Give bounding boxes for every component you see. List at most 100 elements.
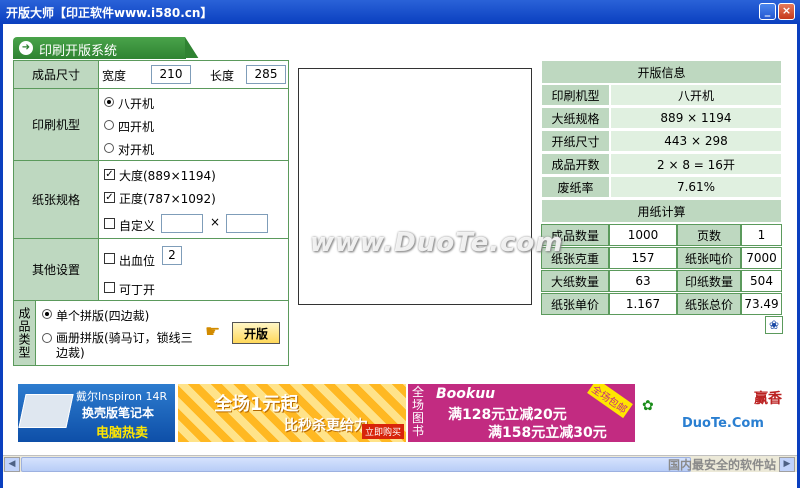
layout-preview [298, 68, 532, 305]
bleed-input[interactable]: 2 [162, 246, 182, 265]
press-radio-half[interactable] [104, 143, 114, 153]
press-radio-four[interactable] [104, 120, 114, 130]
ad-bookuu-brand: Bookuu [436, 386, 496, 402]
info-label: 印刷机型 [541, 84, 610, 106]
press-option-four: 四开机 [118, 120, 155, 134]
info-value: 八开机 [610, 84, 782, 106]
paper-option-standard: 正度(787×1092) [119, 192, 216, 206]
calc-label: 页数 [677, 224, 741, 246]
press-type-options: 八开机 四开机 对开机 [99, 89, 288, 161]
calc-value[interactable]: 1 [741, 224, 782, 246]
ad-bookuu-line1: 满128元立减20元 [448, 407, 567, 423]
calc-value: 1.167 [609, 293, 677, 315]
ad-other-text: 赢香 [754, 391, 782, 407]
length-input[interactable]: 285 [246, 65, 286, 84]
type-option-album: 画册拼版(骑马订，锁线三边裁) [56, 331, 193, 360]
ad-bookuu-line2: 满158元立减30元 [488, 425, 607, 441]
ad-other[interactable]: ✿ 赢香 [638, 384, 782, 442]
close-button[interactable]: × [778, 3, 795, 20]
arrow-right-icon: ➜ [19, 41, 33, 55]
info-label: 成品开数 [541, 153, 610, 175]
paper-option-custom: 自定义 [119, 219, 156, 233]
custom-height-input[interactable] [226, 214, 268, 233]
bleed-label: 出血位 [119, 254, 156, 268]
bleed-check[interactable] [104, 253, 115, 264]
product-size-label: 成品尺寸 [14, 61, 99, 89]
window-title: 开版大师【印正软件www.i580.cn】 [6, 6, 213, 20]
watermark: www.DuoTe.com [310, 228, 564, 258]
calc-label: 印纸数量 [677, 270, 741, 292]
press-option-half: 对开机 [118, 143, 155, 157]
title-bar: 开版大师【印正软件www.i580.cn】 _ × [0, 0, 800, 24]
calc-value[interactable]: 1000 [609, 224, 677, 246]
calc-value[interactable]: 7000 [741, 247, 782, 269]
info-label: 废纸率 [541, 176, 610, 198]
ding-label: 可丁开 [119, 283, 156, 297]
ad-bookuu-badge: 全场包邮 [587, 384, 633, 419]
info-value: 7.61% [610, 176, 782, 198]
ad-bookuu-side: 全场图书 [412, 385, 425, 438]
paper-check-custom[interactable] [104, 218, 115, 229]
ad-sale-line1: 全场1元起 [214, 394, 299, 415]
paper-calc-header: 用纸计算 [541, 199, 782, 223]
other-settings-label: 其他设置 [14, 239, 99, 301]
paw-icon[interactable]: ❀ [765, 316, 783, 334]
paper-spec-options: ✓ 大度(889×1194) ✓ 正度(787×1092) 自定义 × [99, 161, 288, 239]
calc-label: 大纸数量 [541, 270, 609, 292]
calc-label: 纸张总价 [677, 293, 741, 315]
info-value: 443 × 298 [610, 130, 782, 152]
ad-dell-line2: 换壳版笔记本 [82, 406, 155, 420]
type-radio-single[interactable] [42, 309, 52, 319]
calc-value[interactable]: 157 [609, 247, 677, 269]
calc-label: 纸张吨价 [677, 247, 741, 269]
press-type-label: 印刷机型 [14, 89, 99, 161]
ding-check[interactable] [104, 282, 115, 293]
other-settings-options: 出血位 2 可丁开 [99, 239, 288, 301]
width-label: 宽度 [102, 69, 127, 83]
open-layout-button[interactable]: 开版 [232, 322, 280, 344]
site-brand: DuoTe.Com [682, 416, 764, 431]
ad-bookuu[interactable]: 全场图书 Bookuu 满128元立减20元 满158元立减30元 全场包邮 [408, 384, 635, 442]
calc-value: 73.49 [741, 293, 782, 315]
type-radio-album[interactable] [42, 333, 52, 343]
ad-sale-line2: 比秒杀更给力 [284, 418, 368, 434]
calc-value: 504 [741, 270, 782, 292]
calc-value: 63 [609, 270, 677, 292]
layout-info-header: 开版信息 [541, 60, 782, 84]
product-size-row: 宽度 210 长度 285 [99, 61, 288, 89]
scroll-left-icon[interactable]: ◀ [4, 457, 20, 472]
paper-check-standard[interactable]: ✓ [104, 192, 115, 203]
product-type-label: 成品类型 [14, 301, 36, 365]
settings-panel: 成品尺寸 宽度 210 长度 285 印刷机型 八开机 四开机 对开机 纸张规格… [13, 60, 289, 366]
ad-sale-tag: 立即购买 [362, 424, 405, 439]
calc-label: 纸张单价 [541, 293, 609, 315]
info-label: 开纸尺寸 [541, 130, 610, 152]
footer-text: 国内最安全的软件站 [668, 458, 777, 472]
tab-print-layout[interactable]: ➜ 印刷开版系统 [13, 37, 199, 59]
type-option-single: 单个拼版(四边裁) [56, 309, 150, 323]
info-panel: 开版信息 印刷机型 八开机 大纸规格 889 × 1194 开纸尺寸 443 ×… [541, 60, 782, 316]
width-input[interactable]: 210 [151, 65, 191, 84]
scroll-thumb[interactable] [21, 457, 691, 472]
times-sign: × [210, 215, 221, 229]
scroll-right-icon[interactable]: ▶ [779, 457, 795, 472]
ad-dell-line3: 电脑热卖 [96, 426, 149, 441]
ad-sale[interactable]: 全场1元起 比秒杀更给力 立即购买 [178, 384, 406, 442]
paper-option-large: 大度(889×1194) [119, 169, 216, 183]
info-value: 889 × 1194 [610, 107, 782, 129]
tab-label: 印刷开版系统 [39, 44, 118, 59]
paper-check-large[interactable]: ✓ [104, 169, 115, 180]
ad-dell-line1: 戴尔Inspiron 14R [76, 390, 168, 403]
ad-dell[interactable]: 戴尔Inspiron 14R 换壳版笔记本 电脑热卖 [18, 384, 175, 442]
length-label: 长度 [210, 69, 235, 83]
press-radio-eight[interactable] [104, 97, 114, 107]
custom-width-input[interactable] [161, 214, 203, 233]
laptop-icon [18, 394, 74, 428]
pointing-hand-icon: ☛ [205, 322, 221, 342]
info-label: 大纸规格 [541, 107, 610, 129]
paper-spec-label: 纸张规格 [14, 161, 99, 239]
press-option-eight: 八开机 [118, 97, 155, 111]
minimize-button[interactable]: _ [759, 3, 776, 20]
info-value: 2 × 8 = 16开 [610, 153, 782, 175]
ad-other-logo: ✿ [642, 398, 654, 414]
